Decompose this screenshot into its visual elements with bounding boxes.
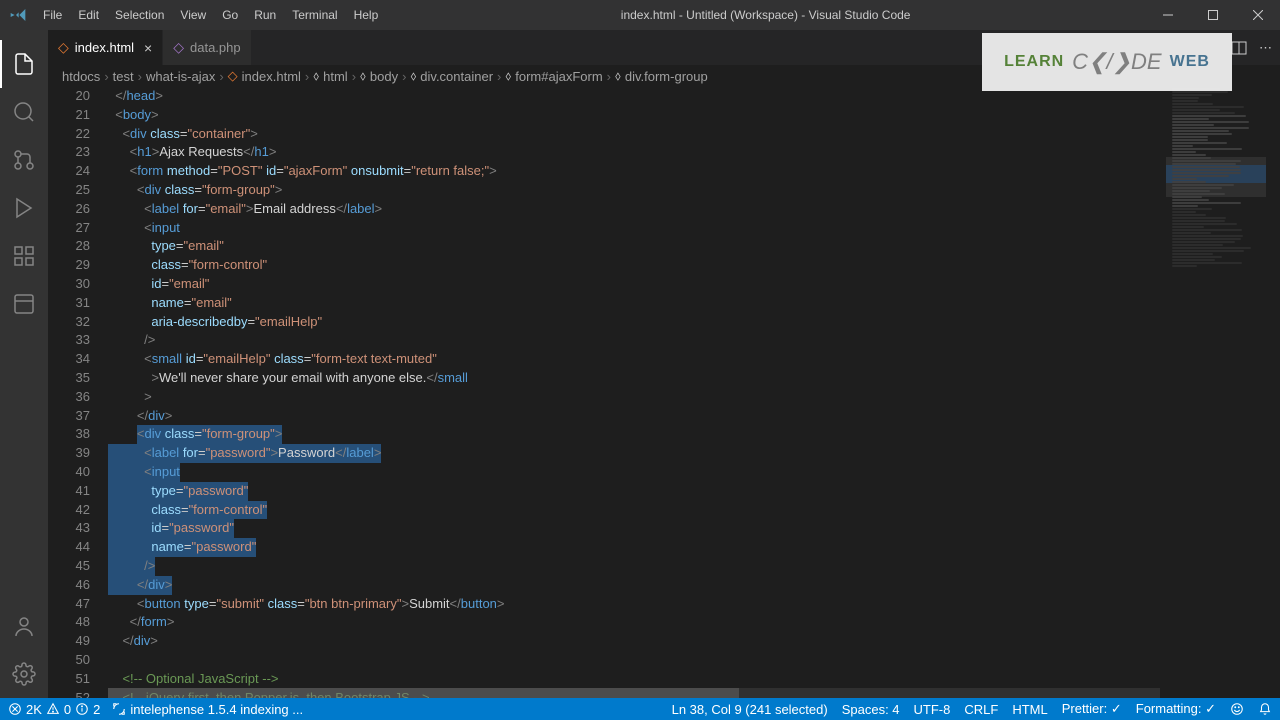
code-content[interactable]: </head> <body> <div class="container"> <…: [108, 87, 1160, 698]
status-spaces[interactable]: Spaces: 4: [842, 701, 900, 717]
vertical-scrollbar[interactable]: [1266, 87, 1280, 698]
breadcrumb-item[interactable]: ◇ index.html: [228, 68, 301, 84]
breadcrumb-item[interactable]: ⬨ form#ajaxForm: [505, 68, 602, 84]
close-button[interactable]: [1235, 0, 1280, 30]
status-eol[interactable]: CRLF: [964, 701, 998, 717]
breadcrumb-item[interactable]: htdocs: [62, 69, 100, 84]
menu-edit[interactable]: Edit: [70, 8, 107, 22]
struct-icon: ⬨: [313, 68, 319, 84]
explorer-icon[interactable]: [0, 40, 48, 88]
vscode-icon: [0, 7, 35, 23]
maximize-button[interactable]: [1190, 0, 1235, 30]
status-prettier[interactable]: Prettier: ✓: [1062, 701, 1122, 717]
split-editor-icon[interactable]: [1231, 40, 1247, 56]
watermark-logo: LEARN C❮/❯DE WEB: [982, 33, 1232, 91]
menu-go[interactable]: Go: [214, 8, 246, 22]
line-numbers: 2021222324252627282930313233343536373839…: [48, 87, 108, 698]
menu-terminal[interactable]: Terminal: [284, 8, 345, 22]
struct-icon: ⬨: [615, 68, 621, 84]
watermark-code: C❮/❯DE: [1072, 49, 1161, 75]
status-language[interactable]: HTML: [1012, 701, 1047, 717]
account-icon[interactable]: [0, 602, 48, 650]
status-formatting[interactable]: Formatting: ✓: [1136, 701, 1216, 717]
status-encoding[interactable]: UTF-8: [914, 701, 951, 717]
struct-icon: ⬨: [360, 68, 366, 84]
menu-selection[interactable]: Selection: [107, 8, 172, 22]
feedback-icon[interactable]: [1230, 701, 1244, 717]
activity-bar: [0, 30, 48, 698]
close-icon[interactable]: ×: [144, 40, 152, 56]
status-cursor[interactable]: Ln 38, Col 9 (241 selected): [672, 701, 828, 717]
breadcrumb-item[interactable]: ⬨ body: [360, 68, 398, 84]
breadcrumb-item[interactable]: test: [113, 69, 134, 84]
minimize-button[interactable]: [1145, 0, 1190, 30]
menubar: File Edit Selection View Go Run Terminal…: [35, 8, 386, 22]
window-title: index.html - Untitled (Workspace) - Visu…: [386, 8, 1145, 22]
remote-icon[interactable]: [0, 280, 48, 328]
code-editor[interactable]: 2021222324252627282930313233343536373839…: [48, 87, 1280, 698]
php-file-icon: ◇: [173, 39, 184, 56]
tab-index-html[interactable]: ◇ index.html ×: [48, 30, 163, 65]
debug-icon[interactable]: [0, 184, 48, 232]
menu-file[interactable]: File: [35, 8, 70, 22]
status-indexing[interactable]: intelephense 1.5.4 indexing ...: [112, 702, 303, 717]
source-control-icon[interactable]: [0, 136, 48, 184]
breadcrumb-item[interactable]: ⬨ div.form-group: [615, 68, 708, 84]
search-icon[interactable]: [0, 88, 48, 136]
menu-help[interactable]: Help: [346, 8, 387, 22]
minimap[interactable]: [1166, 87, 1266, 698]
html-file-icon: ◇: [228, 68, 238, 84]
status-bar: 2K 0 2 intelephense 1.5.4 indexing ... L…: [0, 698, 1280, 720]
extensions-icon[interactable]: [0, 232, 48, 280]
breadcrumb-item[interactable]: what-is-ajax: [146, 69, 215, 84]
menu-view[interactable]: View: [172, 8, 214, 22]
tab-data-php[interactable]: ◇ data.php: [163, 30, 251, 65]
breadcrumb-item[interactable]: ⬨ div.container: [410, 68, 493, 84]
struct-icon: ⬨: [410, 68, 416, 84]
horizontal-scrollbar[interactable]: [108, 688, 1160, 698]
html-file-icon: ◇: [58, 39, 69, 56]
breadcrumb-item[interactable]: ⬨ html: [313, 68, 347, 84]
tab-label: index.html: [75, 40, 134, 55]
notifications-icon[interactable]: [1258, 701, 1272, 717]
menu-run[interactable]: Run: [246, 8, 284, 22]
tab-label: data.php: [190, 40, 241, 55]
title-bar: File Edit Selection View Go Run Terminal…: [0, 0, 1280, 30]
status-problems[interactable]: 2K 0 2: [8, 702, 100, 717]
more-actions-icon[interactable]: ⋯: [1259, 40, 1272, 56]
settings-icon[interactable]: [0, 650, 48, 698]
scrollbar-thumb[interactable]: [108, 688, 739, 698]
watermark-web: WEB: [1170, 53, 1210, 71]
watermark-learn: LEARN: [1004, 53, 1064, 71]
struct-icon: ⬨: [505, 68, 511, 84]
